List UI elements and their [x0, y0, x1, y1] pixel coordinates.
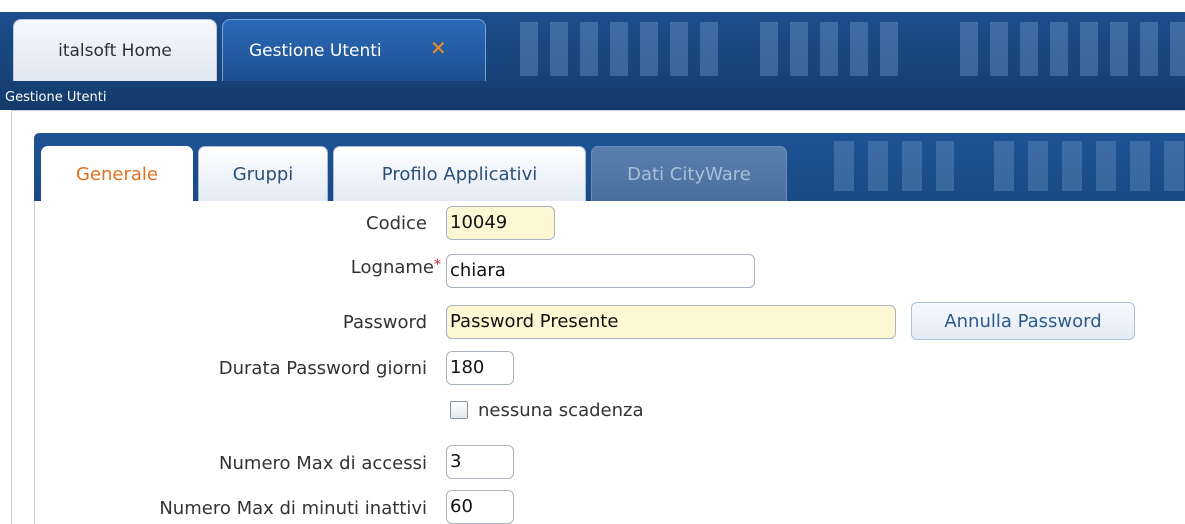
- annulla-password-button[interactable]: Annulla Password: [911, 302, 1135, 340]
- max-accessi-field[interactable]: 3: [446, 445, 514, 479]
- tab-label: Gestione Utenti: [249, 40, 382, 61]
- nessuna-scadenza-checkbox[interactable]: [450, 401, 468, 419]
- max-minuti-label: Numero Max di minuti inattivi: [159, 498, 427, 519]
- password-field[interactable]: Password Presente: [446, 305, 896, 339]
- max-accessi-label: Numero Max di accessi: [219, 453, 427, 474]
- durata-password-field[interactable]: 180: [446, 351, 514, 385]
- nessuna-scadenza-label: nessuna scadenza: [478, 400, 644, 421]
- codice-field[interactable]: 10049: [446, 206, 555, 240]
- max-minuti-field[interactable]: 60: [446, 490, 514, 524]
- tab-label: italsoft Home: [58, 40, 172, 61]
- banner-decoration: [834, 141, 954, 191]
- tab-label: Generale: [75, 163, 158, 185]
- codice-label: Codice: [366, 213, 427, 234]
- password-label: Password: [342, 312, 427, 333]
- tab-italsoft-home[interactable]: italsoft Home: [13, 19, 217, 81]
- close-icon[interactable]: ✕: [430, 36, 447, 60]
- banner-decoration: [760, 22, 900, 76]
- tab-label: Profilo Applicativi: [381, 163, 538, 185]
- tab-label: Dati CityWare: [627, 163, 751, 185]
- banner-decoration: [520, 22, 720, 76]
- tab-label: Gruppi: [232, 163, 294, 185]
- tab-generale[interactable]: Generale: [41, 146, 193, 201]
- logname-label: Logname*: [351, 257, 441, 278]
- tab-gruppi[interactable]: Gruppi: [198, 146, 328, 201]
- tab-gestione-utenti[interactable]: Gestione Utenti ✕: [222, 19, 486, 81]
- banner-decoration: [994, 141, 1185, 191]
- tab-dati-cityware: Dati CityWare: [591, 146, 787, 201]
- durata-password-label: Durata Password giorni: [218, 358, 427, 379]
- banner-decoration: [960, 22, 1185, 76]
- logname-label-text: Logname: [350, 257, 434, 278]
- tab-profilo-applicativi[interactable]: Profilo Applicativi: [333, 146, 586, 201]
- form-area: [34, 201, 1185, 524]
- logname-field[interactable]: chiara: [446, 254, 755, 288]
- section-title: Gestione Utenti: [5, 90, 107, 105]
- required-mark: *: [434, 257, 441, 273]
- app-window: italsoft Home Gestione Utenti ✕ Gestione…: [0, 0, 1185, 524]
